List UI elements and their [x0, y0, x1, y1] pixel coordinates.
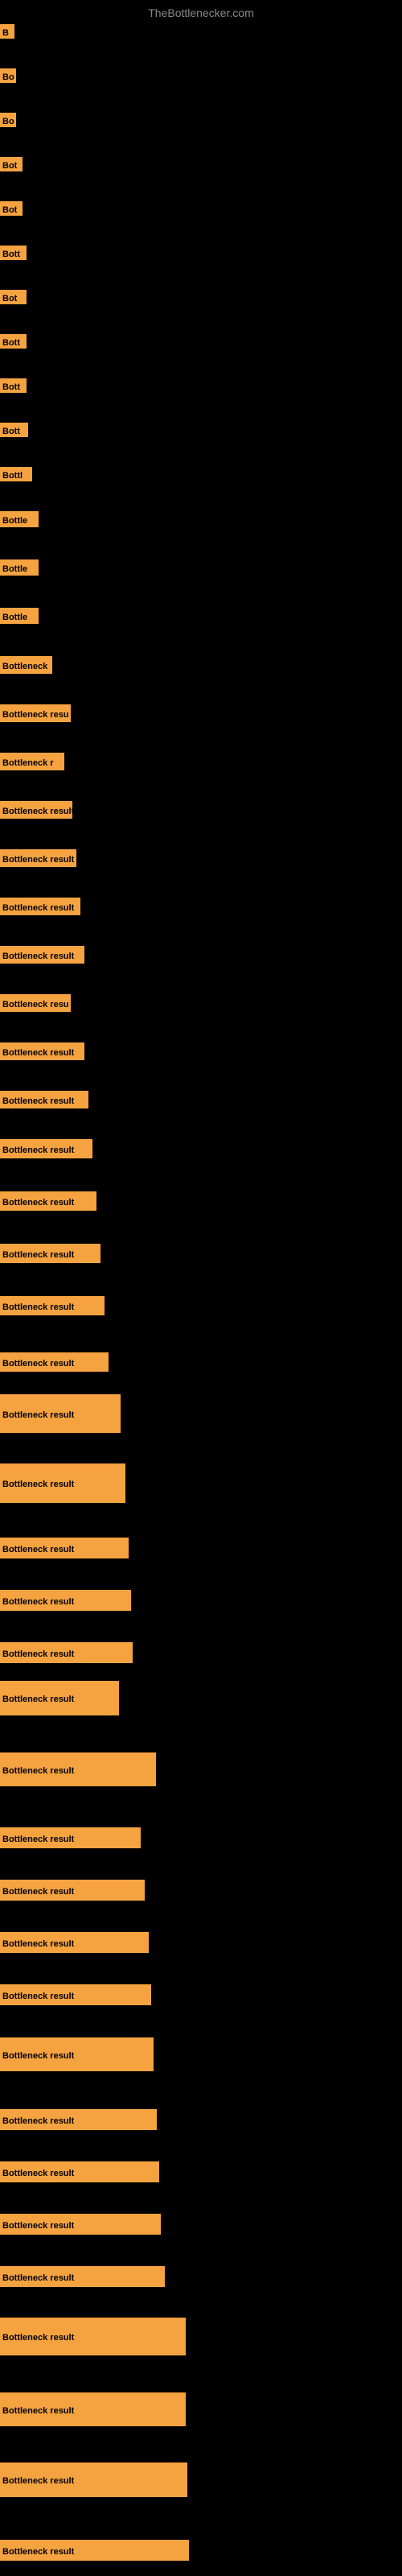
bottleneck-result-item: Bottleneck result [0, 1139, 92, 1158]
bottleneck-result-item: Bottle [0, 559, 39, 576]
bottleneck-result-item: Bottleneck resu [0, 704, 71, 722]
bottleneck-result-item: Bottleneck result [0, 1463, 125, 1503]
bottleneck-result-item: Bo [0, 68, 16, 83]
bottleneck-result-item: Bott [0, 378, 27, 393]
bottleneck-result-item: Bottleneck result [0, 1538, 129, 1558]
bottleneck-result-item: Bottleneck result [0, 1827, 141, 1848]
bottleneck-result-item: Bottleneck result [0, 1244, 100, 1263]
bottleneck-result-item: Bott [0, 423, 28, 437]
bottleneck-result-item: Bottleneck result [0, 2392, 186, 2426]
bottleneck-result-item: Bottleneck result [0, 1394, 121, 1433]
bottleneck-result-item: Bottleneck result [0, 1590, 131, 1611]
bottleneck-result-item: Bo [0, 113, 16, 127]
site-title: TheBottlenecker.com [148, 6, 254, 19]
bottleneck-result-item: Bottleneck result [0, 849, 76, 867]
bottleneck-result-item: Bottl [0, 467, 32, 481]
bottleneck-result-item: Bottleneck result [0, 898, 80, 915]
bottleneck-result-item: B [0, 24, 14, 39]
bottleneck-result-item: Bot [0, 201, 23, 216]
bottleneck-result-item: Bottleneck r [0, 753, 64, 770]
bottleneck-result-item: Bot [0, 157, 23, 171]
bottleneck-result-item: Bottleneck result [0, 1642, 133, 1663]
bottleneck-result-item: Bottleneck result [0, 2540, 189, 2561]
bottleneck-result-item: Bottle [0, 511, 39, 527]
bottleneck-result-item: Bottleneck result [0, 2109, 157, 2130]
bottleneck-result-item: Bottleneck resu [0, 994, 71, 1012]
bottleneck-result-item: Bott [0, 246, 27, 260]
bottleneck-result-item: Bot [0, 290, 27, 304]
bottleneck-result-item: Bottleneck result [0, 946, 84, 964]
bottleneck-result-item: Bottleneck result [0, 2462, 187, 2497]
bottleneck-result-item: Bottleneck result [0, 1042, 84, 1060]
bottleneck-result-item: Bottleneck result [0, 1296, 105, 1315]
bottleneck-result-item: Bottleneck result [0, 2037, 154, 2071]
bottleneck-result-item: Bottleneck result [0, 1984, 151, 2005]
bottleneck-result-item: Bottleneck result [0, 2161, 159, 2182]
bottleneck-result-item: Bottleneck result [0, 2214, 161, 2235]
bottleneck-result-item: Bottleneck result [0, 1752, 156, 1786]
bottleneck-result-item: Bottleneck result [0, 1352, 109, 1372]
bottleneck-result-item: Bottle [0, 608, 39, 624]
bottleneck-result-item: Bottleneck result [0, 1681, 119, 1715]
bottleneck-result-item: Bottleneck result [0, 2266, 165, 2287]
bottleneck-result-item: Bott [0, 334, 27, 349]
bottleneck-result-item: Bottleneck result [0, 1932, 149, 1953]
bottleneck-result-item: Bottleneck result [0, 1880, 145, 1901]
bottleneck-result-item: Bottleneck result [0, 1191, 96, 1211]
bottleneck-result-item: Bottleneck result [0, 801, 72, 819]
bottleneck-result-item: Bottleneck result [0, 1091, 88, 1108]
bottleneck-result-item: Bottleneck result [0, 2318, 186, 2355]
bottleneck-result-item: Bottleneck [0, 656, 52, 674]
